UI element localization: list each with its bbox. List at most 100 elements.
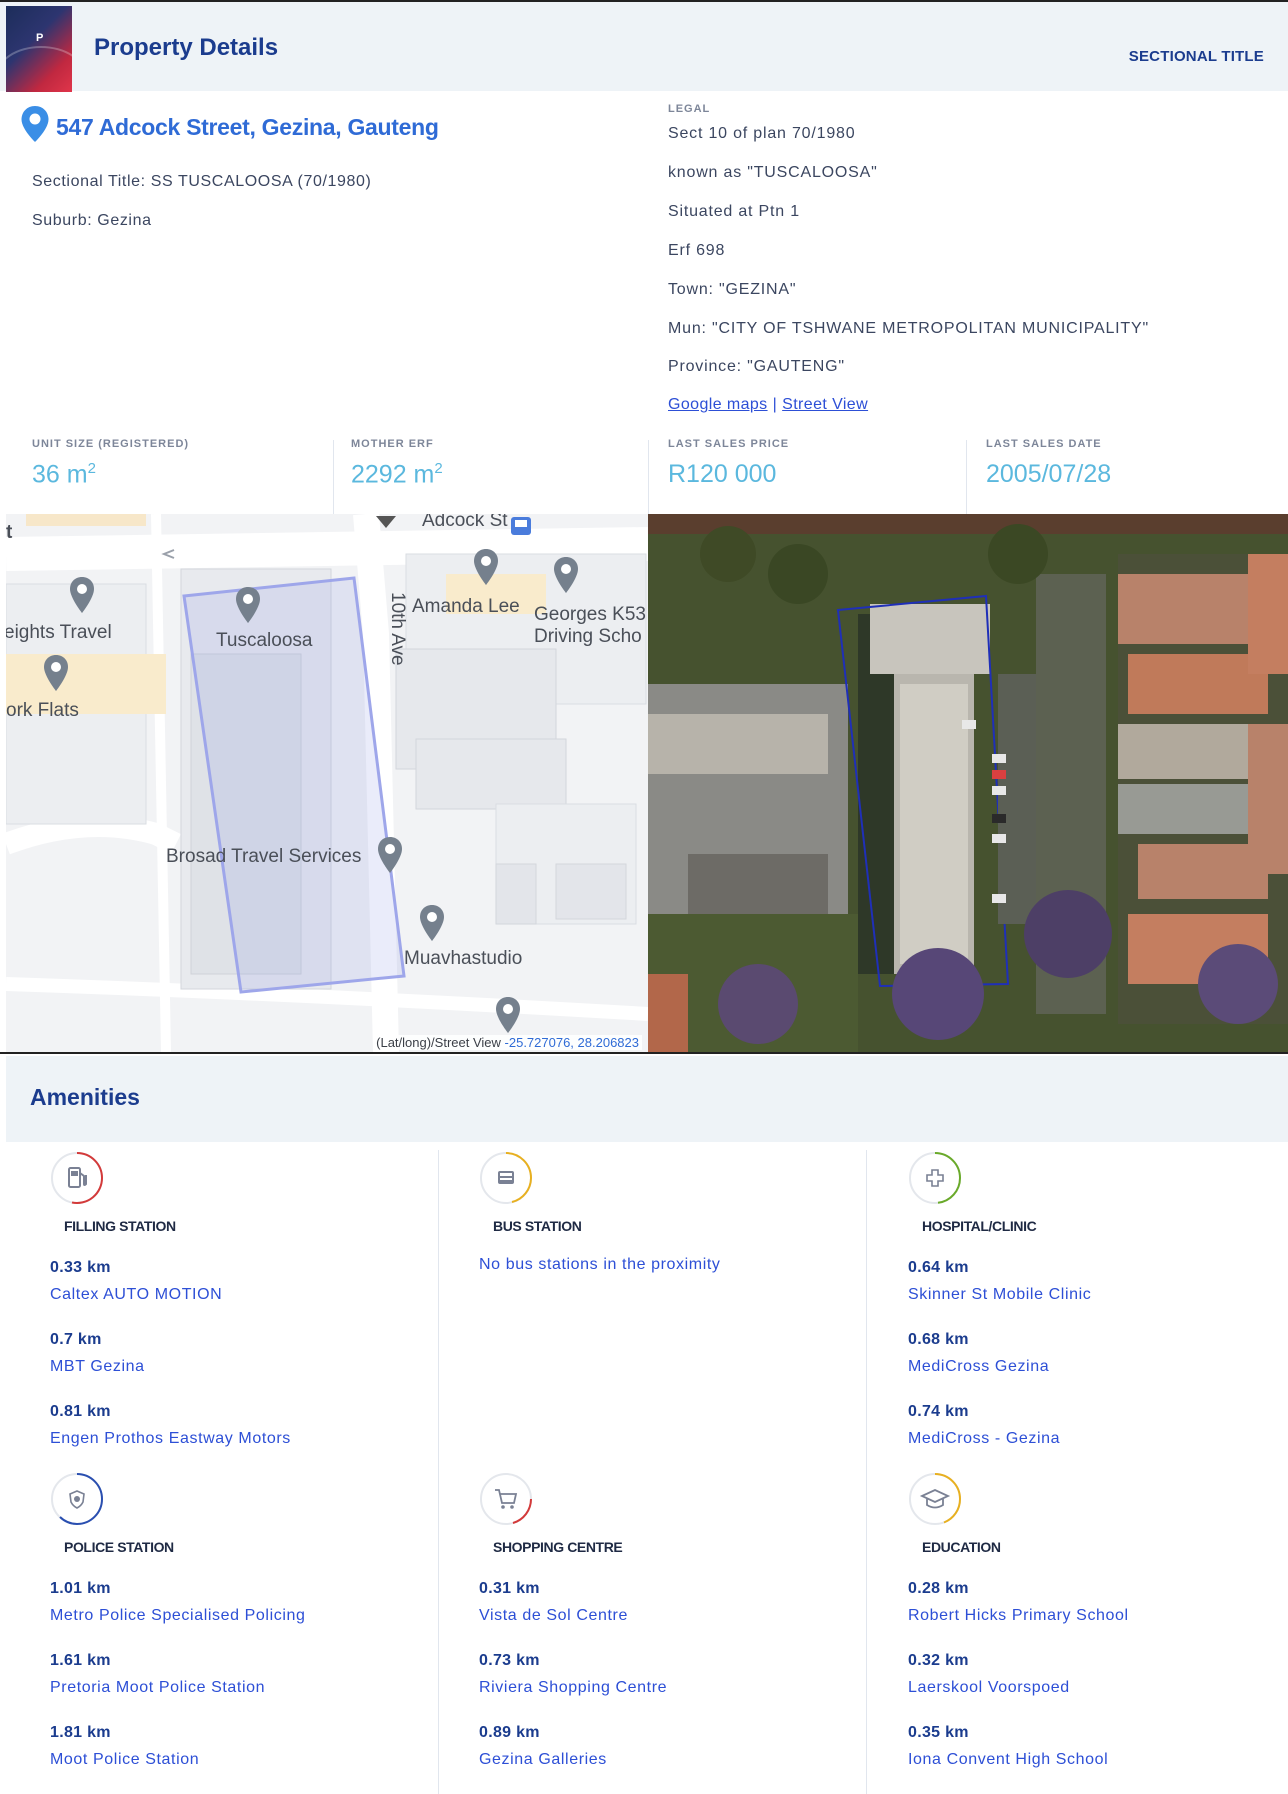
map-label: Adcock St: [422, 514, 508, 531]
map-marker-icon[interactable]: [418, 904, 446, 942]
map-label: Driving Scho: [534, 626, 642, 647]
legal-line: Mun: "CITY OF TSHWANE METROPOLITAN MUNIC…: [668, 320, 1149, 337]
amenity-distance: 1.81 km: [50, 1724, 111, 1741]
stat-label: UNIT SIZE (REGISTERED): [32, 438, 190, 450]
logo-letter: P: [36, 32, 44, 44]
map-marker-icon[interactable]: [472, 548, 500, 586]
amenity-name: MediCross - Gezina: [908, 1430, 1061, 1447]
last-sales-date-stat: LAST SALES DATE 2005/07/28: [986, 438, 1111, 514]
map-label: eights Travel: [6, 622, 112, 643]
amenity-distance: 0.31 km: [479, 1580, 540, 1597]
amenity-distance: 0.74 km: [908, 1403, 969, 1420]
amenities-title: Amenities: [30, 1084, 140, 1110]
amenity-distance: 0.32 km: [908, 1652, 969, 1669]
amenity-distance: 0.89 km: [479, 1724, 540, 1741]
shopping-cart-icon: [480, 1473, 532, 1525]
amenity-distance: 0.81 km: [50, 1403, 111, 1420]
map-marker-icon[interactable]: [376, 836, 404, 874]
property-address: 547 Adcock Street, Gezina, Gauteng: [56, 114, 439, 140]
mother-erf-stat: MOTHER ERF 2292 m2: [351, 438, 443, 514]
amenity-category-label: FILLING STATION: [64, 1218, 176, 1234]
divider: [0, 1052, 1288, 1054]
last-sales-price-stat: LAST SALES PRICE R120 000: [668, 438, 789, 514]
map-marker-icon[interactable]: [494, 996, 522, 1034]
stat-label: LAST SALES DATE: [986, 438, 1102, 450]
amenity-category-label: POLICE STATION: [64, 1539, 174, 1555]
amenity-name: Vista de Sol Centre: [479, 1607, 628, 1624]
satellite-map[interactable]: [648, 514, 1288, 1052]
map-label: 10th Ave: [387, 592, 408, 666]
map-marker-icon[interactable]: [234, 586, 262, 624]
street-map[interactable]: Adcock St 10th Ave Amanda Lee Georges K5…: [6, 514, 648, 1052]
police-badge-icon: [51, 1473, 104, 1526]
amenity-distance: 0.33 km: [50, 1259, 111, 1276]
no-results-message: No bus stations in the proximity: [479, 1256, 721, 1273]
property-type-label: SECTIONAL TITLE: [1128, 48, 1264, 65]
amenity-distance: 0.73 km: [479, 1652, 540, 1669]
amenity-name: Robert Hicks Primary School: [908, 1607, 1129, 1624]
stat-value: 36 m2: [32, 460, 96, 489]
map-label: Amanda Lee: [412, 596, 520, 617]
property-report-page: P Property Details SECTIONAL TITLE 547 A…: [0, 0, 1288, 1794]
map-marker-icon[interactable]: [42, 654, 70, 692]
amenity-name: Caltex AUTO MOTION: [50, 1286, 223, 1303]
map-marker-icon[interactable]: [68, 576, 96, 614]
map-label: ork Flats: [6, 700, 79, 721]
graduation-cap-icon: [909, 1473, 962, 1525]
amenity-distance: 0.64 km: [908, 1259, 969, 1276]
legal-line: Erf 698: [668, 242, 726, 259]
legal-line: known as "TUSCALOOSA": [668, 164, 878, 181]
amenity-distance: 0.28 km: [908, 1580, 969, 1597]
amenity-name: MBT Gezina: [50, 1358, 145, 1375]
map-coordinates-caption: (Lat/long)/Street View -25.727076, 28.20…: [373, 1035, 642, 1050]
amenity-distance: 0.68 km: [908, 1331, 969, 1348]
stat-label: MOTHER ERF: [351, 438, 434, 450]
legal-line: Province: "GAUTENG": [668, 358, 845, 375]
amenity-name: Moot Police Station: [50, 1751, 200, 1768]
legal-heading: LEGAL: [668, 103, 711, 115]
google-maps-link[interactable]: Google maps: [668, 396, 768, 413]
map-label: Brosad Travel Services: [166, 846, 362, 867]
fuel-icon: [51, 1152, 103, 1204]
amenities-header: Amenities: [6, 1056, 1288, 1142]
company-logo: P: [6, 6, 72, 92]
street-view-link[interactable]: Street View: [782, 396, 868, 413]
sectional-title-text: Sectional Title: SS TUSCALOOSA (70/1980): [32, 173, 372, 190]
stat-value: 2292 m2: [351, 460, 443, 489]
suburb-text: Suburb: Gezina: [32, 212, 152, 229]
amenity-name: Laerskool Voorspoed: [908, 1679, 1070, 1696]
amenity-name: Iona Convent High School: [908, 1751, 1109, 1768]
amenity-category-label: BUS STATION: [493, 1218, 582, 1234]
amenity-distance: 1.61 km: [50, 1652, 111, 1669]
stat-value: 2005/07/28: [986, 460, 1112, 488]
amenity-name: Engen Prothos Eastway Motors: [50, 1430, 291, 1447]
location-pin-icon: [21, 106, 49, 142]
amenity-name: Riviera Shopping Centre: [479, 1679, 668, 1696]
amenity-name: Metro Police Specialised Policing: [50, 1607, 306, 1624]
bus-icon: [480, 1152, 533, 1204]
map-label: Tuscaloosa: [216, 630, 313, 651]
link-separator: |: [772, 396, 778, 413]
amenity-distance: 0.7 km: [50, 1331, 102, 1348]
amenity-category-label: EDUCATION: [922, 1539, 1001, 1555]
legal-line: Situated at Ptn 1: [668, 203, 800, 220]
amenity-name: Gezina Galleries: [479, 1751, 607, 1768]
map-label: Georges K53: [534, 604, 646, 625]
property-details-header: P Property Details SECTIONAL TITLE: [0, 0, 1288, 92]
map-marker-icon[interactable]: [552, 556, 580, 594]
medical-cross-icon: [909, 1152, 962, 1204]
satellite-image: [648, 514, 1288, 1052]
legal-line: Town: "GEZINA": [668, 281, 797, 298]
map-label: Muavhastudio: [404, 948, 523, 969]
amenity-distance: 1.01 km: [50, 1580, 111, 1597]
amenity-category-label: HOSPITAL/CLINIC: [922, 1218, 1037, 1234]
stat-label: LAST SALES PRICE: [668, 438, 790, 450]
map-links: Google maps | Street View: [668, 396, 868, 414]
amenity-name: MediCross Gezina: [908, 1358, 1050, 1375]
amenity-name: Pretoria Moot Police Station: [50, 1679, 266, 1696]
legal-line: Sect 10 of plan 70/1980: [668, 125, 856, 142]
amenity-category-label: SHOPPING CENTRE: [493, 1539, 623, 1555]
street-map-graphics: [6, 514, 648, 1052]
map-label: t: [6, 522, 13, 543]
page-title: Property Details: [94, 34, 279, 61]
